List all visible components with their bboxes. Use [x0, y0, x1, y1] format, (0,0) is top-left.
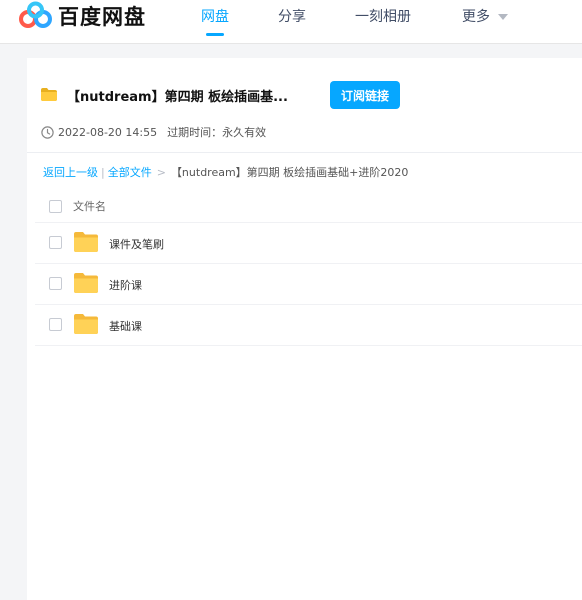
- breadcrumb-separator: |: [101, 166, 105, 179]
- brand-logo[interactable]: 百度网盘: [18, 0, 146, 32]
- breadcrumb: 返回上一级 | 全部文件 > 【nutdream】第四期 板绘插画基础+进阶2020: [43, 164, 408, 180]
- share-header: 【nutdream】第四期 板绘插画基... 订阅链接 2022-08-20 1…: [27, 58, 582, 153]
- nav-item-more-label: 更多: [462, 9, 490, 25]
- list-item[interactable]: 基础课: [35, 305, 582, 346]
- subscribe-link-button[interactable]: 订阅链接: [330, 81, 400, 109]
- breadcrumb-current: 【nutdream】第四期 板绘插画基础+进阶2020: [170, 166, 409, 179]
- file-name[interactable]: 进阶课: [109, 277, 142, 293]
- expiry-time: 过期时间：永久有效: [167, 126, 267, 139]
- file-list-header: 文件名: [35, 193, 582, 223]
- file-name[interactable]: 基础课: [109, 318, 142, 334]
- nav-item-netdisk[interactable]: 网盘: [201, 6, 229, 26]
- row-checkbox[interactable]: [49, 277, 62, 290]
- column-filename[interactable]: 文件名: [73, 198, 106, 214]
- share-title: 【nutdream】第四期 板绘插画基...: [67, 90, 288, 105]
- nav-item-photo-album[interactable]: 一刻相册: [355, 6, 411, 26]
- nav-item-share[interactable]: 分享: [278, 6, 306, 26]
- share-date: 2022-08-20 14:55: [58, 125, 158, 139]
- file-name[interactable]: 课件及笔刷: [109, 236, 164, 252]
- select-all-checkbox[interactable]: [49, 200, 62, 213]
- chevron-down-icon: [498, 14, 508, 20]
- brand-name: 百度网盘: [58, 5, 146, 29]
- top-navigation-bar: 百度网盘 网盘 分享 一刻相册 更多: [0, 0, 582, 44]
- share-content-card: 【nutdream】第四期 板绘插画基... 订阅链接 2022-08-20 1…: [27, 58, 582, 600]
- folder-icon: [74, 232, 98, 256]
- nav-item-more[interactable]: 更多: [462, 6, 508, 26]
- row-checkbox[interactable]: [49, 236, 62, 249]
- baidu-netdisk-logo-icon: [18, 1, 54, 31]
- folder-icon: [74, 273, 98, 297]
- folder-icon: [74, 314, 98, 338]
- back-link[interactable]: 返回上一级: [43, 166, 98, 179]
- list-item[interactable]: 进阶课: [35, 264, 582, 305]
- active-tab-indicator: [206, 33, 224, 36]
- share-meta: 2022-08-20 14:55 过期时间：永久有效: [41, 124, 266, 140]
- list-item[interactable]: 课件及笔刷: [35, 223, 582, 264]
- all-files-link[interactable]: 全部文件: [108, 166, 152, 179]
- row-checkbox[interactable]: [49, 318, 62, 331]
- breadcrumb-arrow: >: [156, 166, 166, 179]
- folder-icon: [41, 86, 57, 105]
- clock-icon: [41, 125, 54, 139]
